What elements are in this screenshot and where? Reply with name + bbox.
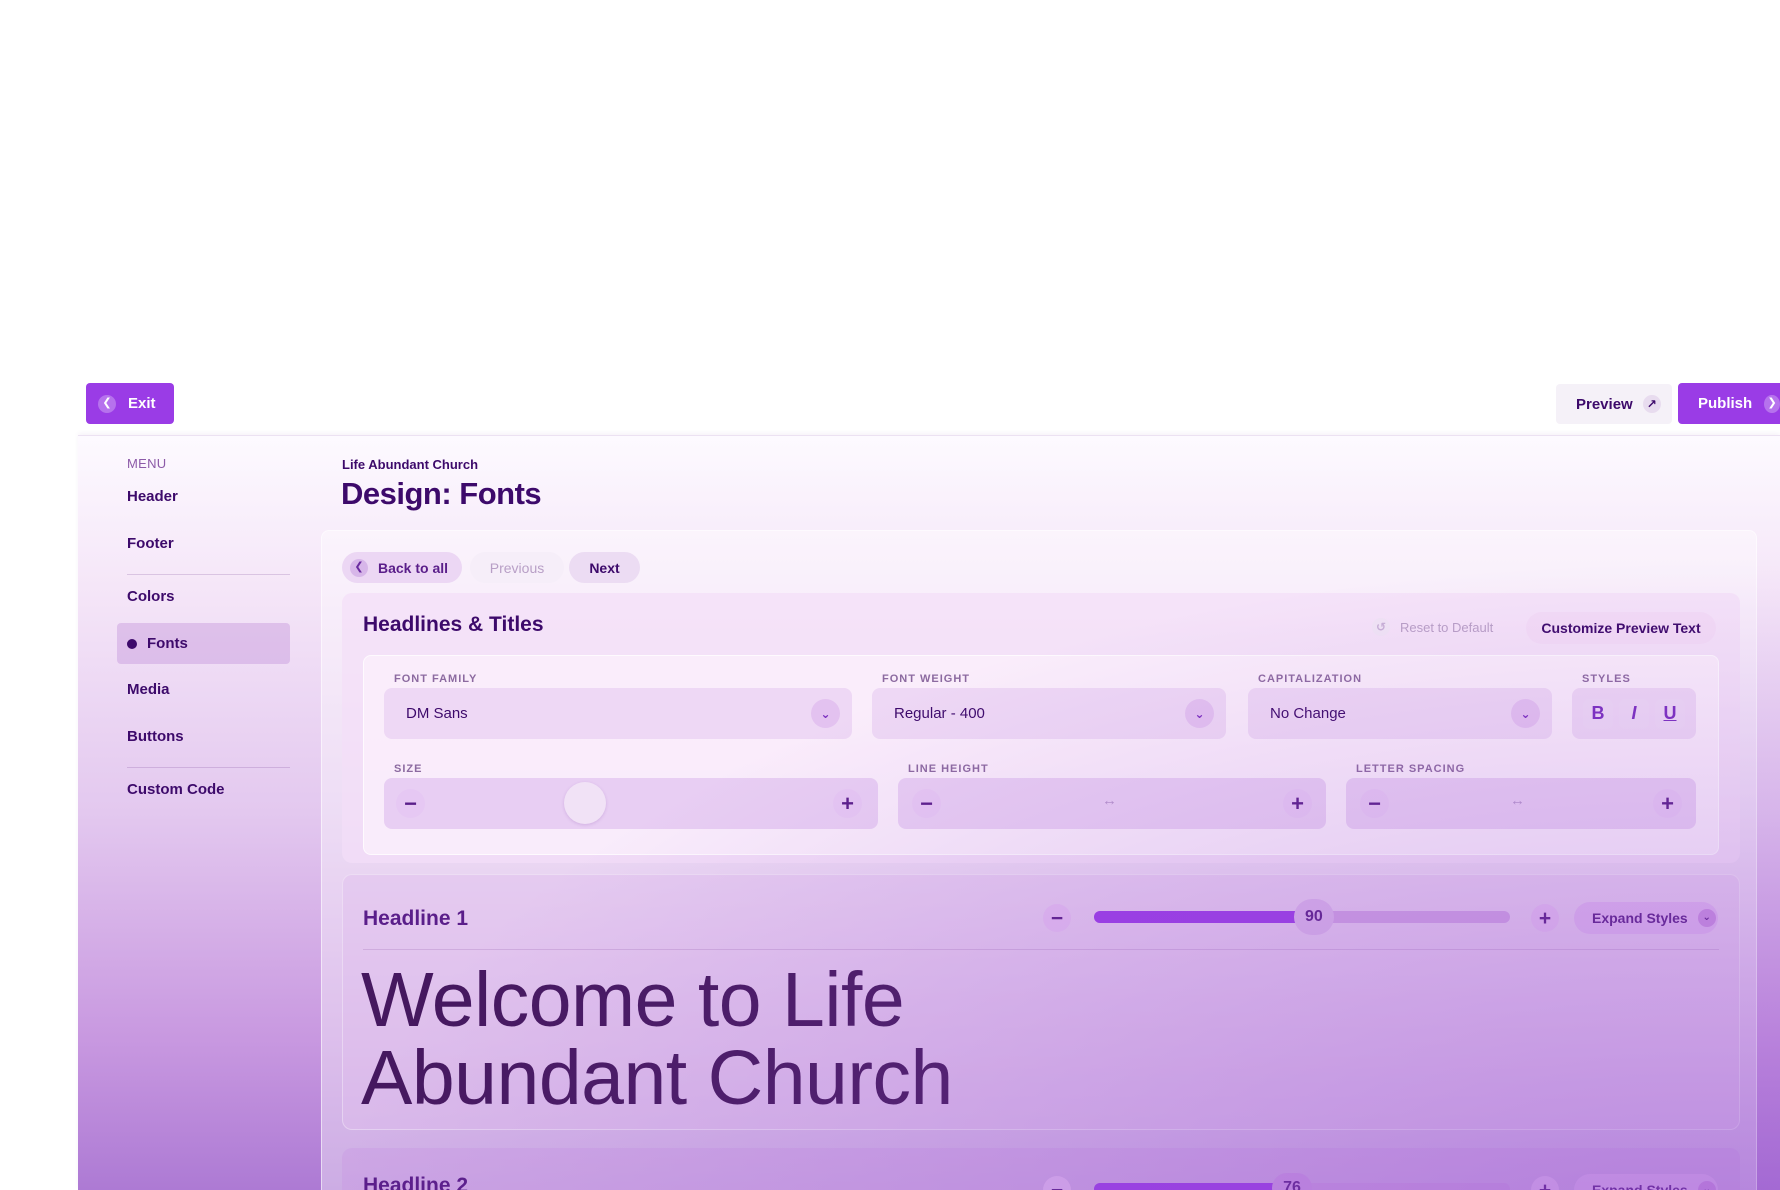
plus-icon[interactable]: + [1531, 904, 1559, 932]
org-name: Life Abundant Church [342, 457, 479, 472]
chevron-down-icon: ⌄ [1697, 1181, 1716, 1190]
line-height-label: LINE HEIGHT [908, 763, 989, 775]
styles-group: B I U [1572, 688, 1696, 739]
sidebar-item-colors[interactable]: Colors [117, 576, 290, 617]
page-title: Design: Fonts [341, 476, 542, 511]
top-bar: ❮ Exit Preview ↗ Publish ❯ [0, 383, 1780, 435]
sidebar-item-fonts[interactable]: Fonts [117, 623, 290, 664]
menu-label: MENU [127, 456, 167, 471]
plus-icon[interactable]: + [1283, 789, 1312, 818]
size-slider-thumb[interactable] [564, 782, 606, 824]
plus-icon[interactable]: + [1653, 789, 1682, 818]
reset-label: Reset to Default [1400, 619, 1494, 635]
chevron-down-icon: ⌄ [1697, 909, 1716, 927]
next-button[interactable]: Next [569, 552, 640, 583]
sidebar-item-label: Header [127, 488, 178, 505]
size-label: SIZE [394, 763, 423, 775]
publish-label: Publish [1698, 395, 1753, 412]
sidebar-item-label: Footer [127, 535, 174, 552]
styles-label: STYLES [1582, 673, 1631, 685]
headline-2-label: Headline 2 [363, 1174, 469, 1190]
letter-spacing-stepper: − ↔ + [1346, 778, 1696, 829]
exit-label: Exit [128, 395, 156, 412]
sidebar-item-footer[interactable]: Footer [117, 523, 290, 564]
previous-label: Previous [489, 559, 545, 576]
sidebar-divider [127, 767, 290, 768]
external-link-icon: ↗ [1642, 395, 1661, 413]
font-family-label: FONT FAMILY [394, 673, 478, 685]
minus-icon[interactable]: − [1360, 789, 1389, 818]
expand-label: Expand Styles [1592, 910, 1688, 926]
previous-button[interactable]: Previous [470, 552, 564, 583]
main-area: MENU Header Footer Colors Fonts Media Bu… [78, 435, 1780, 1190]
font-weight-label: FONT WEIGHT [882, 673, 970, 685]
expand-styles-button[interactable]: Expand Styles ⌄ [1574, 1174, 1718, 1190]
back-to-all-button[interactable]: ❮ Back to all [342, 552, 462, 583]
font-weight-value: Regular - 400 [894, 705, 985, 722]
sidebar-item-header[interactable]: Header [117, 476, 290, 517]
sidebar-divider [127, 574, 290, 575]
expand-styles-button[interactable]: Expand Styles ⌄ [1574, 902, 1718, 934]
line-height-stepper: − ↔ + [898, 778, 1326, 829]
resize-horizontal-icon: ↔ [1102, 792, 1117, 809]
capitalization-label: CAPITALIZATION [1258, 673, 1363, 685]
exit-button[interactable]: ❮ Exit [86, 383, 174, 424]
chevron-down-icon: ⌄ [1185, 699, 1214, 728]
headline-1-preview-text: Welcome to Life Abundant Church [361, 957, 953, 1121]
font-weight-select[interactable]: Regular - 400 ⌄ [872, 688, 1226, 739]
sidebar-item-label: Colors [127, 588, 175, 605]
italic-button[interactable]: I [1619, 698, 1649, 729]
size-stepper: − + [384, 778, 878, 829]
font-family-value: DM Sans [406, 705, 468, 722]
headline-1-label: Headline 1 [363, 907, 469, 930]
sidebar-item-label: Custom Code [127, 781, 225, 798]
chevron-down-icon: ⌄ [1511, 699, 1540, 728]
letter-spacing-label: LETTER SPACING [1356, 763, 1466, 775]
resize-horizontal-icon: ↔ [1510, 792, 1525, 809]
underline-button[interactable]: U [1655, 698, 1685, 729]
sidebar-item-buttons[interactable]: Buttons [117, 716, 290, 757]
preview-button[interactable]: Preview ↗ [1556, 384, 1672, 424]
capitalization-value: No Change [1270, 705, 1346, 722]
chevron-left-icon: ❮ [98, 394, 116, 413]
next-label: Next [589, 559, 620, 576]
headline-1-slider-thumb[interactable]: 90 [1293, 899, 1334, 935]
sidebar-item-label: Buttons [127, 728, 184, 745]
customize-preview-text-button[interactable]: Customize Preview Text [1526, 612, 1716, 644]
sidebar-item-media[interactable]: Media [117, 669, 290, 710]
bold-button[interactable]: B [1583, 698, 1613, 729]
section-title: Headlines & Titles [363, 613, 544, 636]
sidebar-item-custom-code[interactable]: Custom Code [117, 769, 290, 810]
minus-icon[interactable]: − [1043, 904, 1071, 932]
active-dot-icon [127, 638, 137, 649]
slider-fill [1094, 1183, 1282, 1190]
font-family-select[interactable]: DM Sans ⌄ [384, 688, 852, 739]
reset-icon: ↺ [1372, 618, 1390, 636]
preview-label: Preview [1576, 395, 1633, 413]
chevron-left-icon: ❮ [350, 558, 368, 577]
publish-button[interactable]: Publish ❯ [1678, 383, 1780, 424]
expand-label: Expand Styles [1592, 1182, 1688, 1190]
sidebar-item-label: Media [127, 681, 170, 698]
back-label: Back to all [378, 559, 449, 576]
minus-icon[interactable]: − [396, 789, 425, 818]
chevron-right-icon: ❯ [1764, 394, 1780, 413]
sidebar-item-label: Fonts [147, 635, 188, 652]
headline-2-slider-thumb[interactable]: 76 [1272, 1173, 1312, 1190]
headline-2-card [342, 1148, 1740, 1190]
divider [363, 949, 1719, 950]
slider-fill [1094, 911, 1302, 923]
sidebar: MENU Header Footer Colors Fonts Media Bu… [78, 436, 308, 1190]
capitalization-select[interactable]: No Change ⌄ [1248, 688, 1552, 739]
plus-icon[interactable]: + [833, 789, 862, 818]
customize-label: Customize Preview Text [1541, 620, 1701, 636]
chevron-down-icon: ⌄ [811, 699, 840, 728]
minus-icon[interactable]: − [912, 789, 941, 818]
